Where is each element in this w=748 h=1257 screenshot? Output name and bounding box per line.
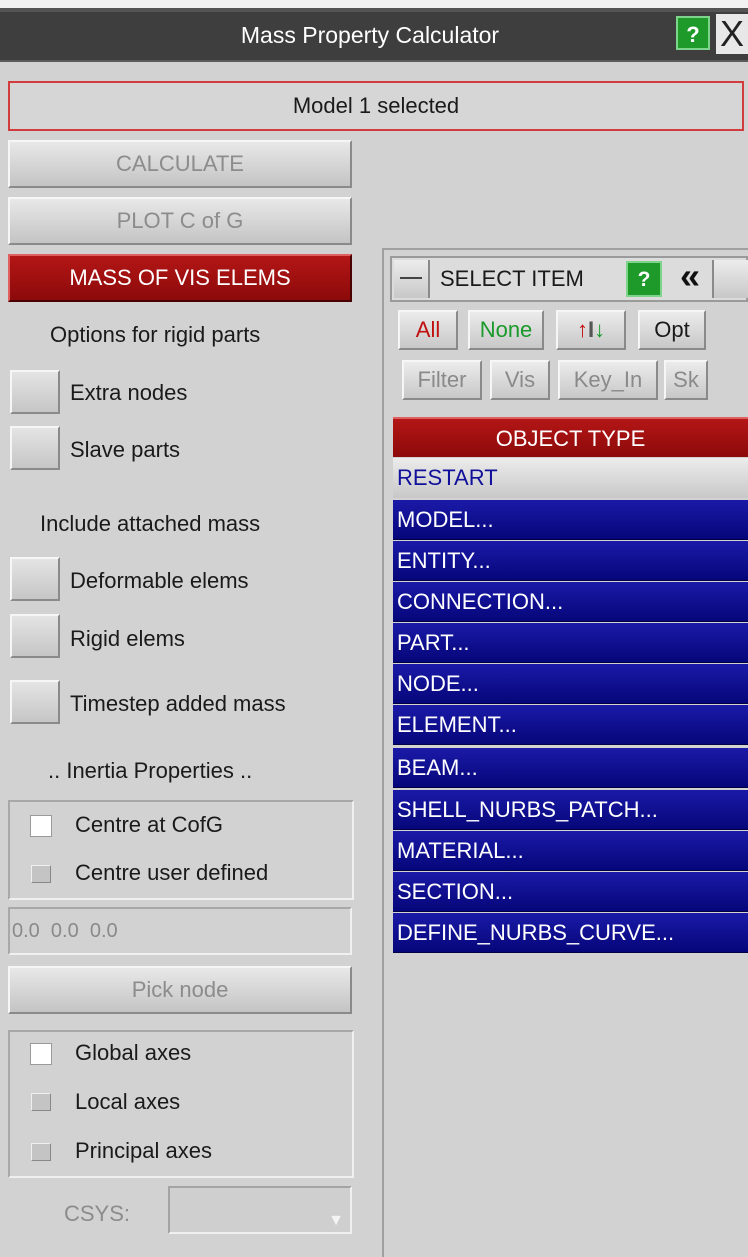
list-item[interactable]: SHELL_NURBS_PATCH... (393, 790, 748, 830)
list-item[interactable]: PART... (393, 623, 748, 663)
timestep-added-mass-label: Timestep added mass (70, 691, 286, 716)
extra-nodes-toggle[interactable] (10, 370, 60, 414)
options-button[interactable]: Opt (638, 310, 706, 350)
selection-status: Model 1 selected (8, 81, 744, 131)
key-in-button[interactable]: Key_In (558, 360, 658, 400)
select-help-icon[interactable]: ? (626, 261, 662, 297)
sketch-button[interactable]: Sk (664, 360, 708, 400)
select-none-button[interactable]: None (468, 310, 544, 350)
minimise-icon (400, 277, 422, 279)
rigid-elems-label: Rigid elems (70, 626, 185, 651)
list-item[interactable]: CONNECTION... (393, 582, 748, 622)
csys-dropdown[interactable]: ▼ (168, 1186, 352, 1234)
vis-button[interactable]: Vis (490, 360, 550, 400)
select-item-title: SELECT ITEM (440, 266, 584, 291)
extra-nodes-label: Extra nodes (70, 380, 188, 405)
inertia-heading: .. Inertia Properties .. (48, 758, 253, 783)
calculate-button[interactable]: CALCULATE (8, 140, 352, 188)
restart-item[interactable]: RESTART (393, 458, 748, 498)
centre-coordinates-field[interactable]: 0.0 0.0 0.0 (8, 907, 352, 955)
arrow-up-icon: ↑ (576, 317, 588, 342)
list-item[interactable]: SECTION... (393, 872, 748, 912)
centre-at-cofg-radio[interactable] (30, 815, 52, 837)
list-item[interactable]: NODE... (393, 664, 748, 704)
local-axes-radio[interactable] (31, 1093, 51, 1111)
close-icon[interactable]: X (716, 14, 748, 54)
centre-at-cofg-label: Centre at CofG (75, 812, 223, 837)
select-all-button[interactable]: All (398, 310, 458, 350)
list-item[interactable]: MATERIAL... (393, 831, 748, 871)
principal-axes-label: Principal axes (75, 1138, 212, 1163)
plot-cog-button[interactable]: PLOT C of G (8, 197, 352, 245)
deformable-elems-label: Deformable elems (70, 568, 249, 593)
collapse-icon[interactable]: « (670, 258, 710, 298)
centre-user-defined-radio[interactable] (31, 865, 51, 883)
global-axes-label: Global axes (75, 1040, 192, 1065)
help-icon[interactable]: ? (676, 16, 710, 50)
pick-node-button[interactable]: Pick node (8, 966, 352, 1014)
global-axes-radio[interactable] (30, 1043, 52, 1065)
reverse-selection-button[interactable]: ↑I↓ (556, 310, 626, 350)
deformable-elems-toggle[interactable] (10, 557, 60, 601)
rigid-elems-toggle[interactable] (10, 614, 60, 658)
select-minimise-button[interactable] (394, 260, 430, 298)
list-item[interactable]: BEAM... (393, 748, 748, 788)
list-item[interactable]: ENTITY... (393, 541, 748, 581)
arrow-down-icon: ↓ (594, 317, 606, 342)
csys-label: CSYS: (64, 1201, 131, 1226)
chevron-down-icon: ▼ (328, 1212, 344, 1229)
list-item[interactable]: ELEMENT... (393, 705, 748, 745)
local-axes-label: Local axes (75, 1089, 181, 1114)
filter-button[interactable]: Filter (402, 360, 482, 400)
object-type-header: OBJECT TYPE (393, 417, 748, 457)
window-title: Mass Property Calculator (240, 22, 500, 48)
select-expand-button[interactable] (712, 260, 748, 298)
list-item[interactable]: DEFINE_NURBS_CURVE... (393, 913, 748, 953)
centre-user-defined-label: Centre user defined (75, 860, 269, 885)
attached-mass-heading: Include attached mass (40, 511, 261, 536)
timestep-added-mass-toggle[interactable] (10, 680, 60, 724)
rigid-parts-heading: Options for rigid parts (50, 322, 261, 347)
mass-of-vis-elems-button[interactable]: MASS OF VIS ELEMS (8, 254, 352, 302)
principal-axes-radio[interactable] (31, 1143, 51, 1161)
slave-parts-toggle[interactable] (10, 426, 60, 470)
list-item[interactable]: MODEL... (393, 500, 748, 540)
slave-parts-label: Slave parts (70, 437, 181, 462)
